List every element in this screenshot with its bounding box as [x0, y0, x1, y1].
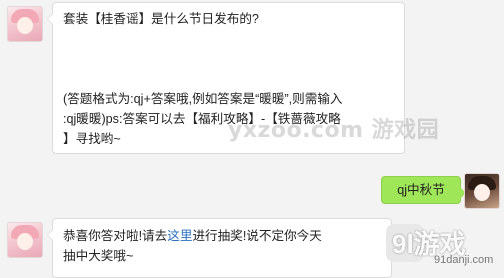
site-watermark: yxzoo.com 游戏园 [228, 118, 440, 143]
bot-avatar[interactable] [7, 6, 43, 42]
site-logo: 9l游戏 91danji.com [386, 224, 498, 268]
avatar-face [17, 17, 33, 34]
congrats-message-bubble: 恭喜你答对啦!请去这里进行抽奖!说不定你今天 抽中大奖哦~ [47, 218, 392, 278]
logo-domain: 91danji.com [434, 254, 494, 266]
question-text: 套装【桂香谣】是什么节日发布的? [63, 12, 259, 26]
congrats-text-line1: 恭喜你答对啦!请去这里进行抽奖!说不定你今天 [63, 226, 381, 246]
bot-avatar[interactable] [7, 222, 43, 258]
congrats-text-pre: 恭喜你答对啦!请去 [63, 229, 168, 243]
avatar-face [17, 233, 33, 250]
avatar-face [474, 184, 490, 201]
user-reply-text: qj中秋节 [397, 183, 445, 197]
congrats-text-line2: 抽中大奖哦~ [63, 249, 134, 263]
answer-format-text-1: (答题格式为:qj+答案哦,例如答案是“暖暖”,则需输入 [63, 92, 343, 106]
congrats-text-post: 进行抽奖!说不定你今天 [192, 229, 322, 243]
user-reply-bubble: qj中秋节 [381, 176, 466, 204]
lottery-link[interactable]: 这里 [167, 229, 192, 243]
user-avatar[interactable] [464, 173, 500, 209]
